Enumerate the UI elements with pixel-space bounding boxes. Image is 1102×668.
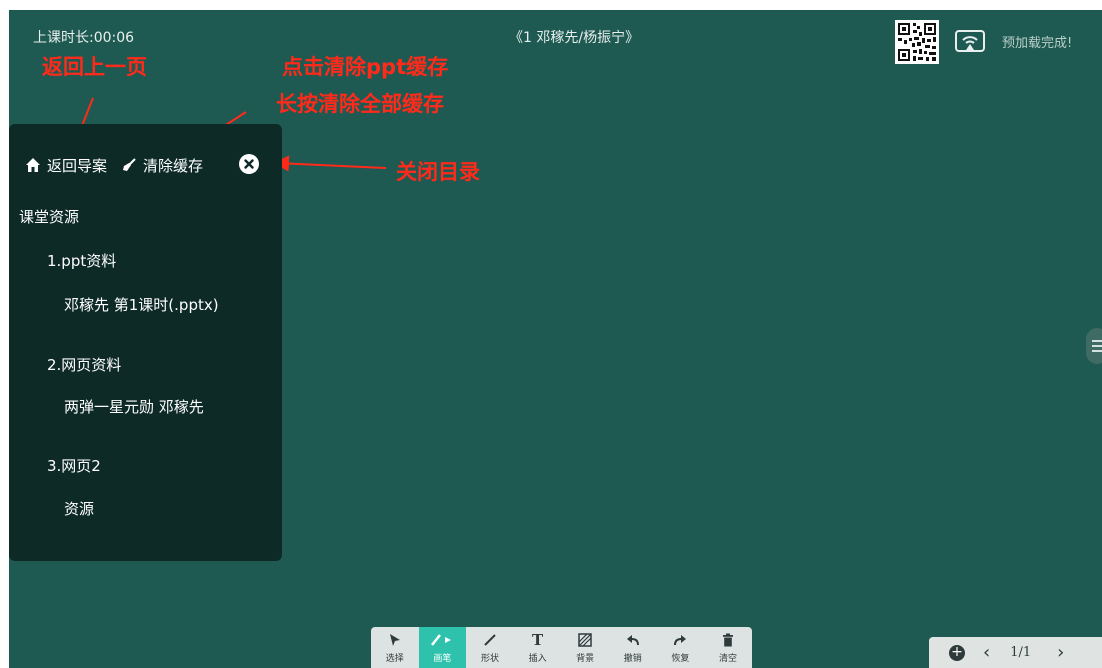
annotation-clear-line2: 长按清除全部缓存: [276, 92, 444, 116]
close-catalog-button[interactable]: [239, 154, 259, 174]
tool-pen[interactable]: 画笔: [418, 627, 467, 668]
page-indicator: 1/1: [1010, 645, 1032, 660]
close-icon: [244, 159, 254, 169]
tool-background[interactable]: 背景: [561, 627, 609, 668]
tool-undo[interactable]: 撤销: [609, 627, 657, 668]
catalog-item-resource[interactable]: 资源: [64, 498, 94, 519]
catalog-folder-web2[interactable]: 3.网页2: [47, 455, 101, 476]
catalog-header: 返回导案 清除缓存: [25, 154, 203, 176]
tool-select[interactable]: 选择: [371, 627, 419, 668]
screen-cast-icon[interactable]: [954, 29, 986, 55]
undo-icon: [626, 631, 640, 649]
tool-shape[interactable]: 形状: [466, 627, 514, 668]
back-to-plan-button[interactable]: 返回导案: [47, 155, 107, 176]
home-icon: [25, 157, 41, 173]
annotation-close: 关闭目录: [396, 160, 480, 184]
tool-insert[interactable]: T 插入: [514, 627, 562, 668]
pen-icon: [430, 631, 454, 649]
annotation-clear-line1: 点击清除ppt缓存: [282, 55, 449, 79]
trash-icon: [722, 631, 734, 649]
class-timer: 上课时长:00:06: [33, 30, 135, 46]
page-navigator: + ‹ 1/1 ›: [929, 637, 1102, 668]
tool-clear[interactable]: 清空: [704, 627, 752, 668]
add-page-icon[interactable]: +: [949, 644, 965, 661]
tool-redo[interactable]: 恢复: [657, 627, 705, 668]
catalog-section-title: 课堂资源: [19, 208, 80, 226]
catalog-item-ppt-lesson[interactable]: 邓稼先 第1课时(.pptx): [64, 294, 219, 315]
line-icon: [483, 631, 497, 649]
broom-icon: [121, 157, 137, 173]
drawing-toolbar: 选择 画笔 形状 T 插入 背景 撤销 恢复 清空: [371, 627, 752, 668]
catalog-folder-web[interactable]: 2.网页资料: [47, 354, 121, 375]
clear-cache-button[interactable]: 清除缓存: [143, 155, 203, 176]
redo-icon: [673, 631, 687, 649]
qr-code-icon[interactable]: [895, 20, 939, 64]
annotation-back: 返回上一页: [42, 55, 147, 79]
right-menu-handle[interactable]: [1086, 328, 1102, 364]
next-page-icon[interactable]: ›: [1057, 642, 1064, 663]
prev-page-icon[interactable]: ‹: [983, 642, 990, 663]
cursor-icon: [389, 631, 401, 649]
preload-status: 预加载完成!: [1002, 36, 1073, 51]
catalog-panel: 返回导案 清除缓存 课堂资源 1.ppt资料 邓稼先 第1课时(.pptx) 2…: [9, 124, 282, 561]
class-title: 《1 邓稼先/杨振宁》: [509, 30, 640, 46]
catalog-item-web-page[interactable]: 两弹一星元勋 邓稼先: [64, 396, 204, 417]
hatch-icon: [578, 631, 592, 649]
catalog-folder-ppt[interactable]: 1.ppt资料: [47, 250, 116, 271]
text-t-icon: T: [531, 631, 544, 649]
